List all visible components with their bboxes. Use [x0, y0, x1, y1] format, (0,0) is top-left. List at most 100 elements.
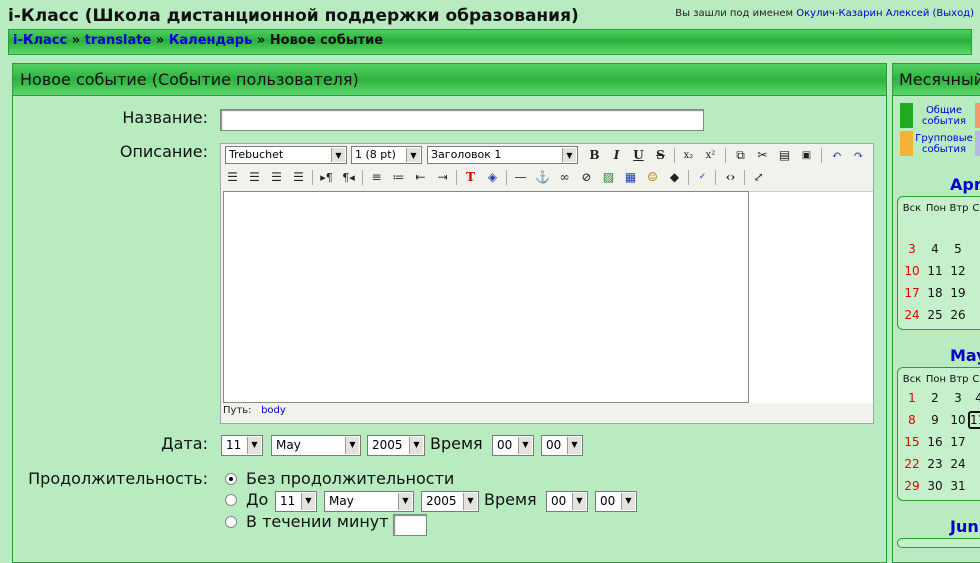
bold-icon[interactable]: B — [585, 146, 604, 165]
calendar-day[interactable]: 9 — [924, 413, 946, 427]
legend-global-swatch — [900, 103, 913, 128]
date-month-select[interactable]: May ▼ — [271, 435, 361, 456]
breadcrumb-translate[interactable]: translate — [85, 33, 152, 48]
date-minute-select[interactable]: 00 ▼ — [541, 435, 583, 456]
calendar-day[interactable]: 4 — [924, 242, 946, 256]
date-year-select[interactable]: 2005 ▼ — [367, 435, 425, 456]
duration-minutes-radio[interactable] — [225, 516, 237, 528]
calendar-day[interactable]: 22 — [901, 457, 923, 471]
align-right-icon[interactable]: ☰ — [267, 168, 286, 187]
cut-icon[interactable]: ✂ — [753, 146, 772, 165]
paste-word-icon[interactable]: ▣ — [797, 146, 816, 165]
strikethrough-icon[interactable]: S — [651, 146, 670, 165]
bg-color-icon[interactable]: ◈ — [483, 168, 502, 187]
calendar-day[interactable]: 26 — [947, 308, 969, 322]
calendar-day[interactable]: 4 — [968, 391, 980, 405]
size-select[interactable]: 1 (8 pt) ▼ — [351, 146, 422, 164]
name-input[interactable] — [220, 109, 704, 131]
image-icon[interactable]: ▨ — [599, 168, 618, 187]
calendar-day[interactable]: 23 — [924, 457, 946, 471]
superscript-icon[interactable]: x² — [701, 146, 720, 165]
copy-icon[interactable]: ⧉ — [731, 146, 750, 165]
calendar-day[interactable]: 19 — [947, 286, 969, 300]
calendar-day-today[interactable]: 11 — [968, 411, 980, 429]
undo-icon[interactable]: ↶ — [827, 146, 846, 165]
legend-global-link[interactable]: Общие события — [914, 105, 974, 127]
calendar-day[interactable]: 24 — [947, 457, 969, 471]
until-minute-select[interactable]: 00 ▼ — [595, 491, 637, 512]
calendar-month-title-apr[interactable]: Apr — [950, 175, 980, 194]
calendar-day[interactable]: 1 — [901, 391, 923, 405]
redo-icon[interactable]: ↷ — [849, 146, 868, 165]
legend-group-link[interactable]: Групповые события — [914, 133, 974, 155]
until-month-select[interactable]: May ▼ — [324, 491, 414, 512]
table-icon[interactable]: ▦ — [621, 168, 640, 187]
until-hour-select[interactable]: 00 ▼ — [546, 491, 588, 512]
calendar-day[interactable]: 31 — [947, 479, 969, 493]
subscript-icon[interactable]: x₂ — [679, 146, 698, 165]
justify-icon[interactable]: ☰ — [289, 168, 308, 187]
calendar-day[interactable]: 3 — [947, 391, 969, 405]
calendar-day[interactable]: 16 — [924, 435, 946, 449]
calendar-day[interactable]: 8 — [901, 413, 923, 427]
duration-minutes-input[interactable] — [393, 514, 427, 536]
rtl-icon[interactable]: ¶◂ — [339, 168, 358, 187]
calendar-day[interactable]: 17 — [947, 435, 969, 449]
calendar-day[interactable]: 25 — [924, 308, 946, 322]
duration-none-radio[interactable] — [225, 473, 237, 485]
calendar-day[interactable]: 11 — [924, 264, 946, 278]
calendar-month-title-may[interactable]: May — [950, 346, 980, 365]
outdent-icon[interactable]: ⇤ — [411, 168, 430, 187]
special-char-icon[interactable]: ◆ — [665, 168, 684, 187]
align-center-icon[interactable]: ☰ — [245, 168, 264, 187]
new-event-panel: Новое событие (Событие пользователя) Наз… — [12, 63, 887, 563]
editor-content-area[interactable] — [223, 191, 749, 403]
horizontal-rule-icon[interactable]: — — [511, 168, 530, 187]
toolbar-divider — [674, 148, 675, 163]
calendar-weekday: Ср — [972, 203, 980, 214]
breadcrumb-home[interactable]: i-Класс — [13, 33, 67, 48]
until-year-select[interactable]: 2005 ▼ — [421, 491, 479, 512]
fullscreen-icon[interactable]: ⤢ — [749, 168, 768, 187]
align-left-icon[interactable]: ☰ — [223, 168, 242, 187]
duration-until-radio[interactable] — [225, 494, 237, 506]
link-icon[interactable]: ∞ — [555, 168, 574, 187]
calendar-month-title-jun[interactable]: Jun — [950, 517, 979, 536]
calendar-day[interactable]: 10 — [947, 413, 969, 427]
calendar-day[interactable]: 10 — [901, 264, 923, 278]
text-color-icon[interactable]: T — [461, 168, 480, 187]
calendar-day[interactable]: 29 — [901, 479, 923, 493]
calendar-day[interactable]: 24 — [901, 308, 923, 322]
spellcheck-icon[interactable]: ✓ — [693, 168, 712, 187]
smiley-icon[interactable]: ☺ — [643, 168, 662, 187]
calendar-weekday: Пон — [925, 374, 947, 385]
underline-icon[interactable]: U — [629, 146, 648, 165]
html-source-icon[interactable]: ‹› — [721, 168, 740, 187]
breadcrumb-calendar[interactable]: Календарь — [169, 33, 253, 48]
path-body-link[interactable]: body — [261, 405, 286, 416]
font-select[interactable]: Trebuchet ▼ — [225, 146, 347, 164]
format-select[interactable]: Заголовок 1 ▼ — [427, 146, 578, 164]
calendar-day[interactable]: 18 — [924, 286, 946, 300]
description-label: Описание: — [119, 142, 208, 161]
italic-icon[interactable]: I — [607, 146, 626, 165]
calendar-day[interactable]: 15 — [901, 435, 923, 449]
calendar-day[interactable]: 3 — [901, 242, 923, 256]
breadcrumb-sep: » — [155, 33, 165, 48]
calendar-day[interactable]: 2 — [924, 391, 946, 405]
ordered-list-icon[interactable]: ≡ — [367, 168, 386, 187]
ltr-icon[interactable]: ▸¶ — [317, 168, 336, 187]
unordered-list-icon[interactable]: ≔ — [389, 168, 408, 187]
date-day-select[interactable]: 11 ▼ — [221, 435, 263, 456]
login-user-link[interactable]: Окулич-Казарин Алексей (Выход) — [796, 8, 974, 19]
anchor-icon[interactable]: ⚓ — [533, 168, 552, 187]
indent-icon[interactable]: ⇥ — [433, 168, 452, 187]
calendar-day[interactable]: 17 — [901, 286, 923, 300]
unlink-icon[interactable]: ⊘ — [577, 168, 596, 187]
calendar-day[interactable]: 12 — [947, 264, 969, 278]
paste-icon[interactable]: ▤ — [775, 146, 794, 165]
until-day-select[interactable]: 11 ▼ — [275, 491, 317, 512]
calendar-day[interactable]: 5 — [947, 242, 969, 256]
date-hour-select[interactable]: 00 ▼ — [492, 435, 534, 456]
calendar-day[interactable]: 30 — [924, 479, 946, 493]
